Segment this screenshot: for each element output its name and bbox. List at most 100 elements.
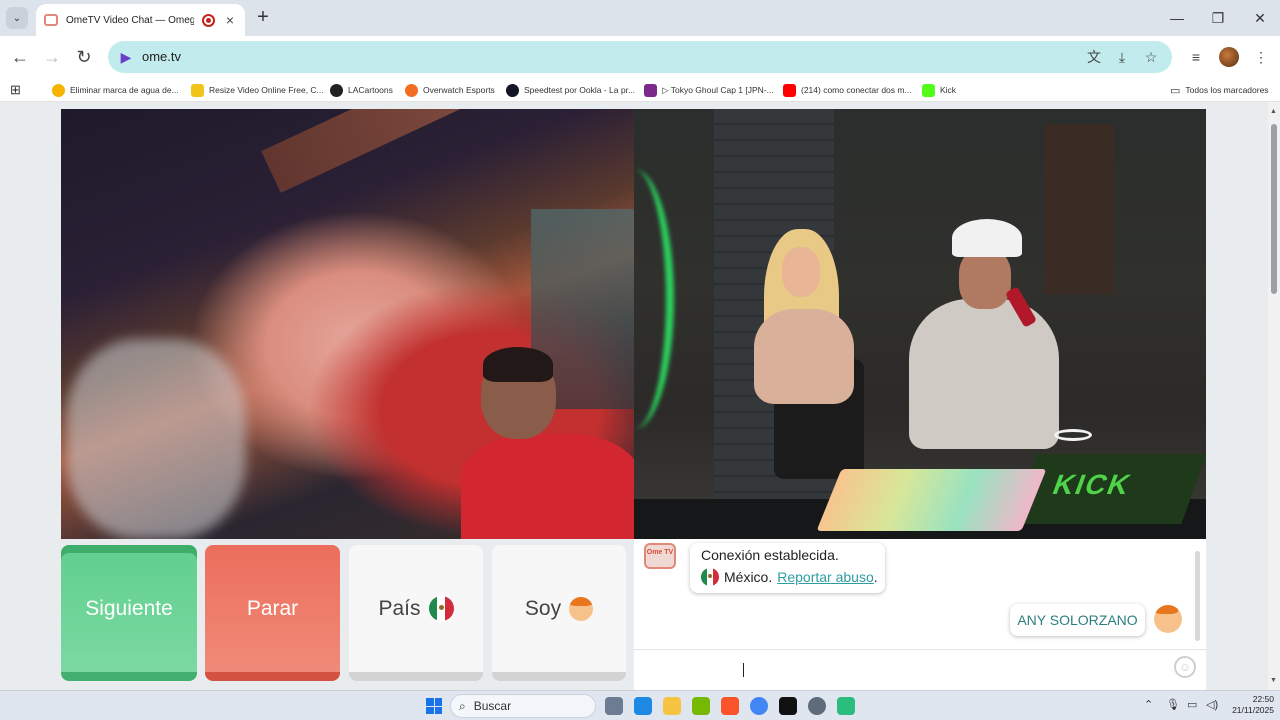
chrome-icon[interactable] — [750, 697, 768, 715]
gender-button[interactable]: Soy — [492, 545, 626, 681]
emoji-icon[interactable]: ☺ — [1174, 656, 1196, 678]
bookmark-label: Resize Video Online Free, C... — [209, 85, 324, 95]
text-cursor-icon — [743, 663, 749, 677]
forward-button[interactable]: → — [40, 45, 64, 69]
bookmark-item[interactable]: Resize Video Online Free, C... — [191, 82, 324, 98]
country-line: México. Reportar abuso. — [701, 568, 878, 586]
bookmark-item[interactable]: Overwatch Esports — [405, 82, 495, 98]
app-icon[interactable] — [837, 697, 855, 715]
gender-label: Soy — [524, 596, 562, 620]
file-explorer-icon[interactable] — [663, 697, 681, 715]
settings-icon[interactable] — [808, 697, 826, 715]
nvidia-icon[interactable] — [692, 697, 710, 715]
close-window-button[interactable]: ✕ — [1240, 6, 1280, 30]
boy-icon — [569, 596, 594, 621]
bookmark-favicon-icon — [506, 83, 519, 97]
clock[interactable]: 22:50 21/11/2025 — [1222, 694, 1274, 716]
install-app-icon[interactable]: ⤓ — [1112, 47, 1132, 67]
bookmark-item[interactable]: (214) como conectar dos m... — [783, 82, 912, 98]
task-view-icon[interactable] — [605, 697, 623, 715]
tab-search-button[interactable]: ⌄ — [6, 7, 28, 29]
translate-icon[interactable]: 文 — [1084, 47, 1104, 67]
ometv-favicon-icon — [44, 14, 58, 26]
bookmark-label: Overwatch Esports — [423, 85, 495, 95]
microphone-icon[interactable]: 🎙 — [1166, 698, 1180, 711]
back-button[interactable]: ← — [8, 45, 32, 69]
store-icon[interactable] — [634, 697, 652, 715]
windows-start-icon[interactable] — [426, 698, 442, 714]
chat-input[interactable] — [634, 650, 1164, 690]
chevron-down-icon: ⌄ — [12, 12, 22, 24]
chat-scrollbar[interactable] — [1195, 551, 1200, 641]
volume-icon[interactable]: ◁) — [1206, 698, 1218, 711]
all-bookmarks-label: Todos los marcadores — [1185, 85, 1269, 95]
bookmark-label: (214) como conectar dos m... — [801, 85, 912, 95]
bookmark-label: Kick — [940, 85, 957, 95]
country-button[interactable]: País — [349, 545, 483, 681]
search-icon: ⌕ — [459, 698, 466, 713]
taskbar-search[interactable]: ⌕ Buscar — [450, 694, 596, 718]
address-bar[interactable]: ▶ ome.tv 文 ⤓ ☆ — [108, 41, 1172, 73]
chevron-up-icon[interactable]: ⌃ — [1144, 698, 1153, 711]
stop-button[interactable]: Parar — [205, 545, 340, 681]
bookmark-item[interactable]: Kick — [922, 82, 956, 98]
next-label: Siguiente — [85, 596, 173, 620]
all-bookmarks[interactable]: ▭ Todos los marcadores — [1170, 82, 1269, 98]
brave-icon[interactable] — [721, 697, 739, 715]
ometv-page: KICK Siguiente Parar País Soy Ome TV Con… — [0, 102, 1280, 690]
kick-mat-text: KICK — [1048, 469, 1137, 500]
media-control-icon[interactable]: ≡ — [1184, 45, 1208, 69]
bookmark-favicon-icon — [644, 83, 657, 97]
clock-date: 21/11/2025 — [1232, 705, 1274, 715]
report-suffix: . — [873, 569, 878, 585]
report-abuse-link[interactable]: Reportar abuso — [777, 569, 874, 585]
tab-close-button[interactable]: × — [223, 12, 237, 28]
user-avatar-icon — [1154, 605, 1182, 633]
camera-permission-icon[interactable]: ▶ — [116, 47, 136, 67]
profile-avatar[interactable] — [1219, 47, 1239, 67]
bookmark-item[interactable]: LACartoons — [330, 82, 393, 98]
country-label: País — [378, 596, 421, 620]
minimize-button[interactable]: — — [1157, 6, 1197, 30]
scroll-down-icon[interactable]: ▼ — [1270, 677, 1277, 684]
network-icon[interactable]: ▭ — [1187, 698, 1197, 711]
menu-dots-icon[interactable]: ⋮ — [1249, 45, 1273, 69]
browser-tab[interactable]: OmeTV Video Chat — Omegle Random × — [36, 4, 245, 36]
bookmark-favicon-icon — [191, 83, 204, 97]
bookmark-item[interactable]: Eliminar marca de agua de... — [52, 82, 179, 98]
mexico-flag-icon — [428, 596, 454, 621]
ometv-chat-logo: Ome TV — [644, 543, 676, 569]
bookmark-item[interactable]: ▷ Tokyo Ghoul Cap 1 [JPN-... — [644, 82, 774, 98]
new-tab-button[interactable]: + — [252, 7, 274, 29]
chat-panel: Ome TV Conexión establecida. México. Repo… — [634, 539, 1206, 690]
next-button[interactable]: Siguiente — [61, 545, 197, 681]
tiktok-icon[interactable] — [779, 697, 797, 715]
bookmark-favicon-icon — [330, 83, 343, 97]
youtube-icon — [783, 83, 796, 97]
bookmark-label: LACartoons — [348, 85, 393, 95]
self-video: KICK — [634, 109, 1206, 539]
mexico-flag-icon — [701, 568, 719, 586]
bookmark-label: Speedtest por Ookla - La pr... — [524, 85, 636, 95]
apps-grid-icon[interactable]: ⊞ — [10, 82, 21, 98]
page-scrollbar[interactable]: ▲ ▼ — [1268, 102, 1280, 690]
clock-time: 22:50 — [1252, 694, 1274, 704]
scroll-thumb[interactable] — [1271, 124, 1277, 294]
url-text: ome.tv — [142, 49, 182, 64]
bookmarks-bar: ⊞ Eliminar marca de agua de... Resize Vi… — [0, 78, 1280, 102]
reload-button[interactable]: ↻ — [72, 45, 96, 69]
connection-text: Conexión establecida. — [701, 547, 839, 563]
bookmark-star-icon[interactable]: ☆ — [1141, 47, 1161, 67]
bookmark-favicon-icon — [405, 83, 418, 97]
stranger-video — [61, 109, 634, 539]
scroll-up-icon[interactable]: ▲ — [1270, 108, 1277, 115]
system-message: Conexión establecida. México. Reportar ab… — [690, 543, 885, 593]
taskbar-search-label: Buscar — [473, 699, 512, 713]
bookmark-label: Eliminar marca de agua de... — [70, 85, 179, 95]
bookmark-favicon-icon — [52, 83, 65, 97]
taskbar: ⌕ Buscar ⌃ 🎙 ▭ ◁) 22:50 21/11/2025 — [0, 690, 1280, 720]
browser-toolbar: ← → ↻ ▶ ome.tv 文 ⤓ ☆ ≡ ⋮ — [0, 36, 1280, 78]
bookmark-label: ▷ Tokyo Ghoul Cap 1 [JPN-... — [662, 84, 774, 95]
restore-button[interactable]: ❐ — [1198, 6, 1238, 30]
bookmark-item[interactable]: Speedtest por Ookla - La pr... — [506, 82, 635, 98]
